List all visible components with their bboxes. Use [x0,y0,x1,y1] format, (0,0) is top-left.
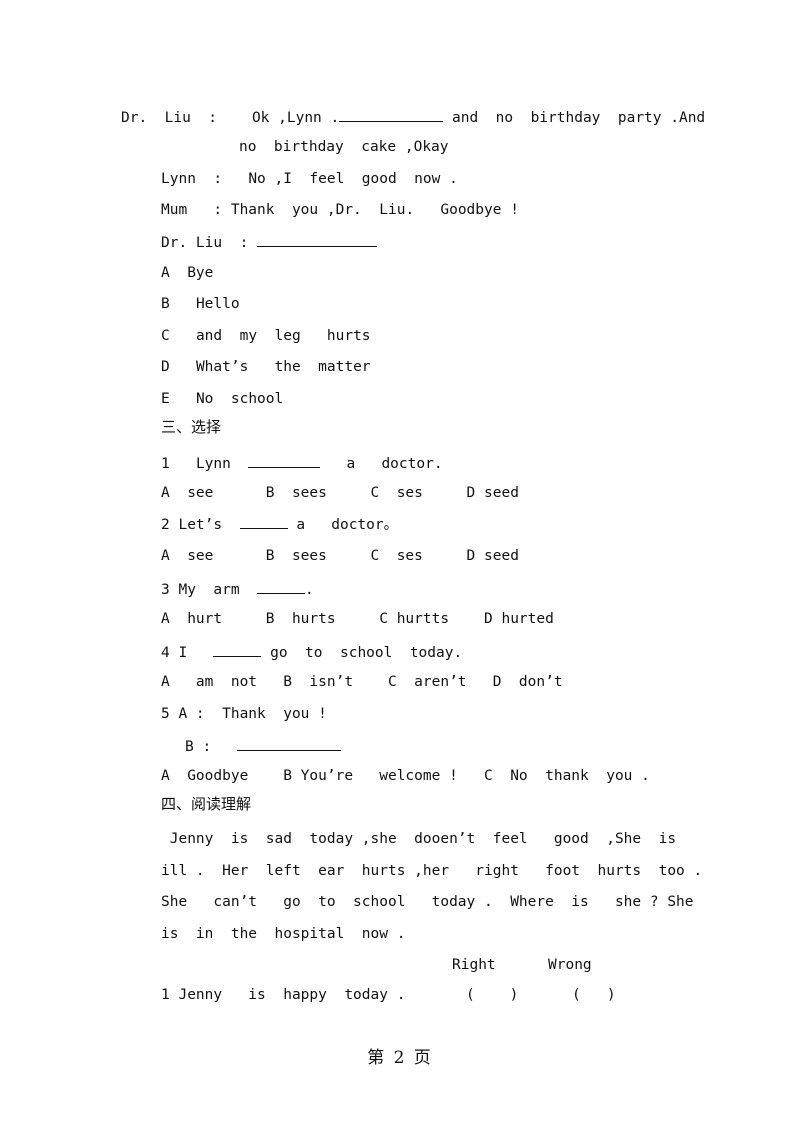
question-number: 5 [161,706,170,722]
answer-blank[interactable] [213,642,262,657]
question-5-choices: A Goodbye B You’re welcome ! C No thank … [161,768,650,784]
option-letter: A [161,265,170,281]
question-5: 5 A : Thank you ! [161,705,327,723]
question-text: . [305,582,314,598]
option-e: E No school [161,390,283,408]
wrong-column-header: Wrong [548,957,592,973]
question-text: I [178,645,188,661]
dialogue-text: and no birthday party .And [443,110,706,126]
dialogue-line-3: Mum : Thank you ,Dr. Liu. Goodbye ! [161,201,519,219]
passage-line: She can’t go to school today . Where is … [161,894,694,910]
passage-line: Jenny is sad today ,she dooen’t feel goo… [161,831,677,847]
section-3-heading: 三、选择 [161,418,222,436]
option-letter: E [161,391,170,407]
question-text: Let’s [178,517,223,533]
section-4-heading: 四、阅读理解 [161,795,252,813]
answer-blank[interactable] [248,453,321,468]
answer-blank[interactable] [239,514,288,529]
dialogue-text: No ,I feel good now . [248,171,458,187]
option-text: Bye [187,265,214,281]
dialogue-text: Thank you ,Dr. Liu. Goodbye ! [230,202,519,218]
answer-blank[interactable] [339,107,444,122]
option-a: A Bye [161,264,213,282]
option-letter: D [161,359,170,375]
wrong-answer-box[interactable]: ( ) [572,986,616,1004]
right-answer-box[interactable]: ( ) [466,986,518,1004]
dialogue-line-2: Lynn : No ,I feel good now . [161,170,458,188]
dialogue-text: Ok ,Lynn . [251,110,340,126]
question-text: Lynn [195,456,231,472]
option-letter: B [161,296,170,312]
option-b: B Hello [161,295,240,313]
question-2-choices: A see B sees C ses D seed [161,548,519,564]
right-column-header: Right [452,957,496,973]
question-1-choices: A see B sees C ses D seed [161,485,519,501]
option-text: Hello [195,296,240,312]
question-4: 4 I go to school today. [161,642,462,662]
question-text: A : Thank you ! [178,706,327,722]
dialogue-line-1: Dr. Liu : Ok ,Lynn . and no birthday par… [121,107,705,127]
question-text: a doctor。 [296,517,399,533]
option-text: What’s the matter [195,359,371,375]
question-5-b: B : [185,736,342,756]
option-letter: C [161,328,170,344]
question-text: go to school today. [270,645,463,661]
dialogue-line-4: Dr. Liu : [161,232,378,252]
page-number: 第 2 页 [367,1048,433,1068]
question-number: 1 [161,456,170,472]
speaker: Mum : [161,202,223,218]
speaker: Dr. Liu : [121,110,218,126]
option-d: D What’s the matter [161,358,371,376]
answer-blank[interactable] [257,579,306,594]
speaker: Lynn : [161,171,223,187]
question-3: 3 My arm . [161,579,314,599]
question-number: 3 [161,582,170,598]
answer-blank[interactable] [237,736,342,751]
question-text: a doctor. [346,456,443,472]
statement-1: 1 Jenny is happy today . [161,987,406,1003]
dialogue-line-1-continued: no birthday cake ,Okay [239,139,449,155]
option-text: No school [195,391,284,407]
answer-blank[interactable] [257,232,378,247]
question-text: My arm [178,582,240,598]
option-c: C and my leg hurts [161,327,371,345]
question-number: 2 [161,517,170,533]
question-2: 2 Let’s a doctor。 [161,514,398,534]
question-1: 1 Lynn a doctor. [161,453,443,473]
question-text: B : [185,739,212,755]
speaker: Dr. Liu : [161,235,249,251]
passage-line: is in the hospital now . [161,926,406,942]
option-text: and my leg hurts [195,328,371,344]
question-4-choices: A am not B isn’t C aren’t D don’t [161,674,563,690]
question-3-choices: A hurt B hurts C hurtts D hurted [161,611,554,627]
passage-line: ill . Her left ear hurts ,her right foot… [161,863,703,879]
question-number: 4 [161,645,170,661]
